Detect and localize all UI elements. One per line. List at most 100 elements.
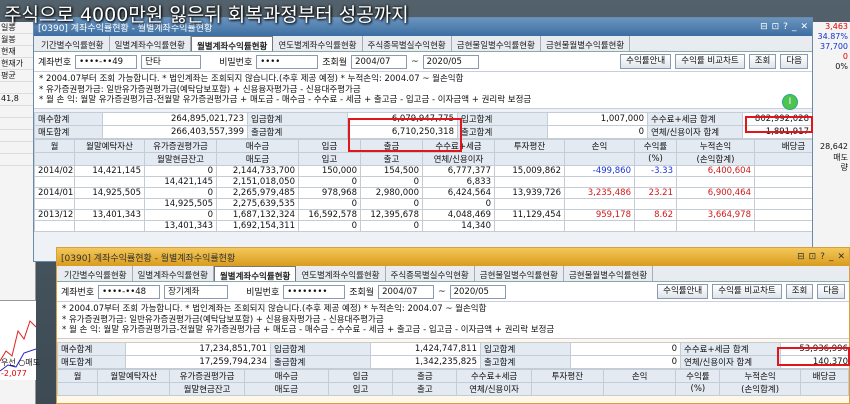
next-button[interactable]: 다음 (817, 284, 845, 299)
summary-label: 수수료+세금 합계 (680, 341, 781, 356)
column-header (603, 381, 677, 396)
right-quote-cell (811, 102, 850, 112)
column-header: 연체/신용이자 (456, 381, 532, 396)
tab-0[interactable]: 기간별수익률현황 (36, 36, 110, 51)
column-header: 누적손익 (719, 368, 801, 383)
query-controls: 계좌번호 ••••-••48 장기계좌 비밀번호 •••••••• 조회월 20… (57, 282, 849, 302)
account-number-input[interactable]: ••••-••49 (75, 54, 138, 69)
right-quote-cell: 37,700 (820, 42, 848, 51)
password-input[interactable]: •••• (256, 54, 319, 69)
window-lock-icon[interactable]: ⊡ (809, 252, 817, 262)
tab-6[interactable]: 금현물월별수익률현황 (564, 266, 654, 281)
right-quote-cell: 28,642 (820, 142, 848, 151)
column-header: 매도금 (243, 381, 330, 396)
summary-value: 0 (570, 341, 681, 356)
highlight-deposit-box (348, 118, 462, 152)
query-button[interactable]: 조회 (748, 54, 777, 69)
minimize-icon[interactable]: _ (829, 252, 834, 262)
query-button[interactable]: 조회 (785, 284, 814, 299)
table-cell (34, 197, 75, 210)
tab-bar: 기간별수익률현황 일별계좌수익률현황 월별계좌수익률현황 연도별계좌수익률현황 주식종목… (34, 36, 812, 52)
table-row[interactable]: 2014/01 14,925,505 0 2,265,979,485 978,968 2,… (34, 186, 812, 199)
tab-5[interactable]: 금현물일별수익률현황 (475, 266, 564, 281)
column-header: 배당금 (799, 368, 849, 383)
column-header: 연체/신용이자 (422, 151, 495, 166)
return-guide-button[interactable]: 수익률안내 (620, 54, 672, 69)
table-cell (494, 175, 565, 188)
help-icon[interactable]: ? (820, 252, 825, 262)
tab-0[interactable]: 기간별수익률현황 (59, 266, 133, 281)
close-icon[interactable]: ✕ (837, 252, 845, 262)
window-titlebar[interactable]: [0390] 계좌수익률현황 - 월별계좌수익률현황 ⊟ ⊡? _ ✕ (57, 248, 849, 266)
table-row[interactable]: 13,401,343 1,692,154,311 0 0 14,340 (34, 219, 812, 232)
left-quote-cell: 월봉 (0, 34, 35, 46)
column-header: 월 (34, 138, 75, 153)
from-month-input[interactable]: 2004/07 (378, 284, 435, 299)
table-row[interactable]: 2013/12 13,401,343 0 1,687,132,324 16,592,57… (34, 208, 812, 221)
table-cell: 0 (298, 219, 361, 232)
column-header: 손익 (564, 138, 635, 153)
right-quote-cell (811, 132, 850, 142)
tab-1[interactable]: 일별계좌수익률현황 (110, 36, 191, 51)
column-header: 월말현금잔고 (144, 151, 217, 166)
notes-box: * 2004.07부터 조회 가능합니다. * 법인계좌는 조회되지 않습니다.… (57, 302, 849, 339)
summary-value: 1,424,747,811 (370, 341, 481, 356)
tab-1[interactable]: 일별계좌수익률현황 (133, 266, 214, 281)
account-label: 계좌번호 (61, 288, 95, 298)
table-cell: 2014/01 (34, 186, 75, 199)
tab-3[interactable]: 연도별계좌수익률현황 (273, 36, 363, 51)
summary-value: 266,403,557,399 (102, 124, 248, 139)
from-month-input[interactable]: 2004/07 (351, 54, 408, 69)
return-compare-chart-button[interactable]: 수익률 비교차트 (712, 284, 782, 299)
table-row[interactable]: 14,421,145 2,151,018,050 0 0 6,833 (34, 175, 812, 188)
table-cell (74, 197, 145, 210)
header-row: 월말현금잔고 매도금 입고 출고 연체/신용이자 (%) (손익합계) (57, 381, 849, 396)
account-type-select[interactable]: 단타 (141, 54, 202, 69)
tab-6[interactable]: 금현물월별수익률현황 (541, 36, 631, 51)
highlight-fee-box-2 (777, 347, 850, 366)
left-quote-cell: 평균 (0, 70, 35, 82)
column-header: 수익률 (634, 138, 677, 153)
link-icon[interactable]: ⊟ (797, 252, 805, 262)
password-input[interactable]: •••••••• (283, 284, 346, 299)
table-cell: 8.62 (634, 208, 677, 221)
tab-4[interactable]: 주식종목별실수익현황 (363, 36, 452, 51)
summary-label: 매수합계 (57, 341, 126, 356)
account-number-input[interactable]: ••••-••48 (98, 284, 161, 299)
tab-3[interactable]: 연도별계좌수익률현황 (296, 266, 386, 281)
table-cell: 13,939,726 (494, 186, 565, 199)
column-header: 누적손익 (676, 138, 755, 153)
to-month-input[interactable]: 2020/05 (449, 284, 506, 299)
tab-5[interactable]: 금현물일별수익률현황 (452, 36, 541, 51)
return-compare-chart-button[interactable]: 수익률 비교차트 (675, 54, 745, 69)
tab-2[interactable]: 월별계좌수익률현황 (190, 36, 274, 52)
column-header (799, 381, 849, 396)
account-return-window-2[interactable]: [0390] 계좌수익률현황 - 월별계좌수익률현황 ⊟ ⊡? _ ✕ 기간별수익률현… (56, 247, 850, 404)
tab-2[interactable]: 월별계좌수익률현황 (213, 266, 297, 282)
password-label: 비밀번호 (246, 288, 280, 298)
account-type-select[interactable]: 장기계좌 (164, 284, 229, 299)
table-cell: 1,692,154,311 (216, 219, 299, 232)
table-cell (34, 219, 75, 232)
tab-bar: 기간별수익률현황 일별계좌수익률현황 월별계좌수익률현황 연도별계좌수익률현황 주식종목… (57, 266, 849, 282)
table-cell: 23.21 (634, 186, 677, 199)
column-header (74, 151, 145, 166)
return-guide-button[interactable]: 수익률안내 (657, 284, 709, 299)
tab-4[interactable]: 주식종목별실수익현황 (386, 266, 475, 281)
table-cell (634, 197, 677, 210)
period-label: 조회월 (322, 58, 348, 68)
left-mini-chart: 우선 ○매도 -2,077 (0, 300, 40, 380)
table-row[interactable]: 14,925,505 2,275,639,535 0 0 0 (34, 197, 812, 210)
note-line: * 월 손 익: 월말 유가증권평가금-전월말 유가증권평가금 + 매도금 - … (62, 325, 555, 335)
table-cell: 12,395,678 (360, 208, 423, 221)
table-cell (634, 219, 677, 232)
column-header: 투자평잔 (530, 368, 605, 383)
to-month-input[interactable]: 2020/05 (422, 54, 479, 69)
summary-table: 매수합계 17,234,851,701 입금합계 1,424,747,811 입고합계 0… (57, 341, 849, 369)
next-button[interactable]: 다음 (780, 54, 808, 69)
right-quote-cell: 량 (840, 163, 848, 172)
summary-label: 매도합계 (34, 124, 103, 139)
table-cell: 6,777,377 (422, 164, 495, 177)
account-label: 계좌번호 (38, 58, 72, 68)
table-row[interactable]: 2014/02 14,421,145 0 2,144,733,700 150,000 15… (34, 164, 812, 177)
